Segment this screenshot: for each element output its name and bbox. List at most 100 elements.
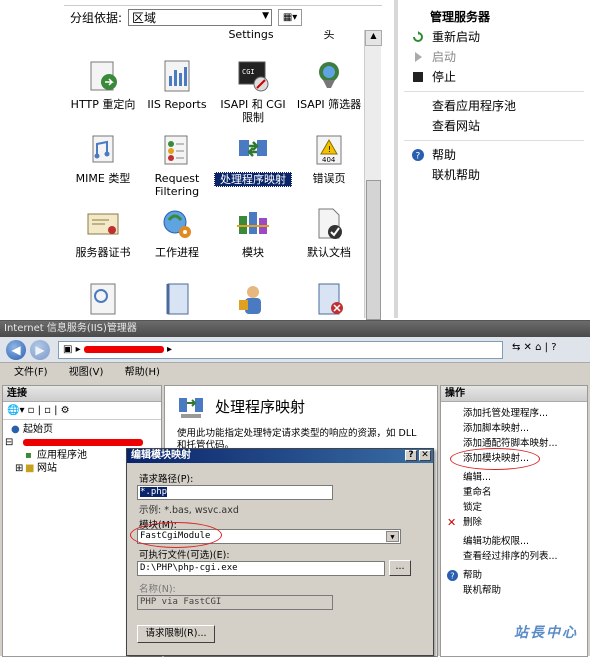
expand-icon: ⊞ bbox=[15, 463, 24, 474]
start-icon bbox=[415, 52, 422, 62]
connections-heading: 连接 bbox=[3, 386, 161, 402]
online-help-link[interactable]: 联机帮助 bbox=[398, 165, 590, 185]
name-input[interactable]: PHP via FastCGI bbox=[137, 595, 333, 610]
tree-label: 网站 bbox=[37, 463, 57, 474]
forward-button[interactable]: ▶ bbox=[30, 340, 50, 360]
feature-worker-processes[interactable]: 工作进程 bbox=[138, 206, 216, 259]
feature-label: HTTP 重定向 bbox=[70, 98, 136, 111]
connections-toolbar[interactable]: 🌐▾ ▫ | ▫ | ⚙ bbox=[3, 402, 161, 420]
scroll-up-button[interactable]: ▲ bbox=[365, 30, 382, 46]
edit-feature-permissions-link[interactable]: 编辑功能权限... bbox=[441, 534, 587, 549]
request-restrictions-button[interactable]: 请求限制(R)... bbox=[137, 625, 215, 643]
add-wildcard-script-map-link[interactable]: 添加通配符脚本映射... bbox=[441, 436, 587, 451]
help-button[interactable]: ? bbox=[405, 450, 417, 461]
add-script-map-link[interactable]: 添加脚本映射... bbox=[441, 421, 587, 436]
view-sites-link[interactable]: 查看网站 bbox=[398, 116, 590, 136]
scroll-thumb[interactable] bbox=[366, 180, 381, 320]
restart-action[interactable]: 重新启动 bbox=[398, 27, 590, 47]
delete-link[interactable]: ✕ 删除 bbox=[441, 515, 587, 530]
online-help-link[interactable]: 联机帮助 bbox=[441, 583, 587, 598]
group-by-select[interactable]: 区域 ▼ bbox=[128, 9, 273, 26]
tree-label: 起始页 bbox=[23, 424, 53, 435]
start-action[interactable]: 启动 bbox=[398, 47, 590, 67]
delete-icon: ✕ bbox=[447, 516, 457, 529]
redacted-server-name bbox=[23, 438, 143, 446]
executable-input[interactable]: D:\PHP\php-cgi.exe bbox=[137, 561, 385, 576]
feature-label: 模块 bbox=[242, 246, 264, 259]
example-text: 示例: *.bas, wsvc.axd bbox=[139, 505, 239, 516]
vertical-scrollbar[interactable]: ▲ bbox=[364, 30, 382, 320]
module-select[interactable]: FastCgiModule ▼ bbox=[137, 529, 401, 544]
rename-link[interactable]: 重命名 bbox=[441, 485, 587, 500]
window-title: Internet 信息服务(IIS)管理器 bbox=[0, 321, 590, 337]
action-label: 查看网站 bbox=[432, 119, 481, 133]
log-icon bbox=[159, 280, 195, 316]
divider bbox=[404, 136, 584, 141]
feature-request-filtering[interactable]: Request Filtering bbox=[138, 132, 216, 198]
dialog-title: 编辑模块映射 bbox=[131, 450, 191, 461]
feature-isapi-cgi-restrictions[interactable]: CGI ISAPI 和 CGI 限制 bbox=[214, 58, 292, 124]
feature-header-partial[interactable]: 头 bbox=[290, 30, 364, 41]
menu-view[interactable]: 视图(V) bbox=[69, 367, 104, 378]
feature-default-document[interactable]: 默认文档 bbox=[290, 206, 364, 259]
action-label: 添加通配符脚本映射... bbox=[463, 438, 558, 449]
action-label: 启动 bbox=[432, 50, 457, 64]
feature-mime-types[interactable]: MIME 类型 bbox=[64, 132, 142, 185]
help-link[interactable]: ? 帮助 bbox=[398, 145, 590, 165]
start-page-icon: ● bbox=[11, 424, 20, 435]
feature-handler-mappings[interactable]: 处理程序映射 bbox=[214, 132, 292, 187]
menu-help[interactable]: 帮助(H) bbox=[125, 367, 160, 378]
chevron-down-icon: ▼ bbox=[386, 531, 399, 542]
browse-button[interactable]: ... bbox=[389, 560, 411, 576]
action-label: 编辑... bbox=[463, 472, 492, 483]
dialog-title-bar: 编辑模块映射 ? ✕ bbox=[127, 449, 433, 463]
actions-heading: 操作 bbox=[441, 386, 587, 402]
action-label: 帮助 bbox=[432, 148, 457, 162]
watermark: 站長中心 bbox=[514, 625, 578, 641]
feature-modules[interactable]: 模块 bbox=[214, 206, 292, 259]
feature-label: 服务器证书 bbox=[75, 246, 131, 259]
feature-iis-reports[interactable]: IIS Reports bbox=[138, 58, 216, 111]
request-path-value: *.php bbox=[140, 487, 168, 497]
lock-link[interactable]: 锁定 bbox=[441, 500, 587, 515]
feature-label: Request Filtering bbox=[154, 172, 200, 198]
menu-file[interactable]: 文件(F) bbox=[14, 367, 48, 378]
feature-partial-3[interactable] bbox=[214, 280, 292, 318]
action-label: 添加脚本映射... bbox=[463, 423, 530, 434]
content-title: 处理程序映射 bbox=[215, 398, 306, 416]
tree-start-page[interactable]: ● 起始页 bbox=[3, 423, 161, 436]
back-button[interactable]: ◀ bbox=[6, 340, 26, 360]
group-by-bar: 分组依据: 区域 ▼ ▦▾ bbox=[64, 5, 382, 29]
feature-partial-1[interactable] bbox=[64, 280, 142, 318]
address-toolbar-icons[interactable]: ⇆ ✕ ⌂ | ? bbox=[512, 342, 557, 353]
feature-http-redirect[interactable]: HTTP 重定向 bbox=[64, 58, 142, 111]
address-path[interactable]: ▣ ▸ ▸ bbox=[58, 341, 503, 359]
add-managed-handler-link[interactable]: 添加托管处理程序... bbox=[441, 406, 587, 421]
group-by-label: 分组依据: bbox=[70, 11, 123, 25]
action-label: 添加模块映射... bbox=[463, 453, 530, 464]
view-app-pools-link[interactable]: 查看应用程序池 bbox=[398, 96, 590, 116]
add-module-mapping-link[interactable]: 添加模块映射... bbox=[441, 451, 587, 466]
feature-isapi-filters[interactable]: ISAPI 筛选器 bbox=[290, 58, 364, 111]
restart-icon bbox=[413, 31, 423, 42]
stop-action[interactable]: 停止 bbox=[398, 67, 590, 87]
feature-partial-2[interactable] bbox=[138, 280, 216, 318]
view-ordered-list-link[interactable]: 查看经过排序的列表... bbox=[441, 549, 587, 564]
feature-server-certificates[interactable]: 服务器证书 bbox=[64, 206, 142, 259]
feature-error-pages[interactable]: ! 404 错误页 bbox=[290, 132, 364, 185]
document-icon bbox=[85, 280, 121, 316]
feature-partial-4[interactable] bbox=[290, 280, 364, 318]
feature-label: 默认文档 bbox=[307, 246, 351, 259]
edit-link[interactable]: 编辑... bbox=[441, 470, 587, 485]
redacted-server-name bbox=[83, 345, 164, 353]
request-path-input[interactable]: *.php bbox=[137, 485, 333, 500]
close-button[interactable]: ✕ bbox=[419, 450, 431, 461]
window-title-text: Internet 信息服务(IIS)管理器 bbox=[4, 323, 137, 334]
svg-text:!: ! bbox=[328, 145, 331, 154]
help-link[interactable]: ? 帮助 bbox=[441, 568, 587, 583]
http-redirect-icon bbox=[85, 58, 121, 94]
feature-settings-partial[interactable]: Settings bbox=[212, 30, 290, 41]
mime-icon bbox=[85, 132, 121, 168]
feature-label: 处理程序映射 bbox=[214, 172, 292, 187]
view-mode-button[interactable]: ▦▾ bbox=[278, 9, 303, 26]
